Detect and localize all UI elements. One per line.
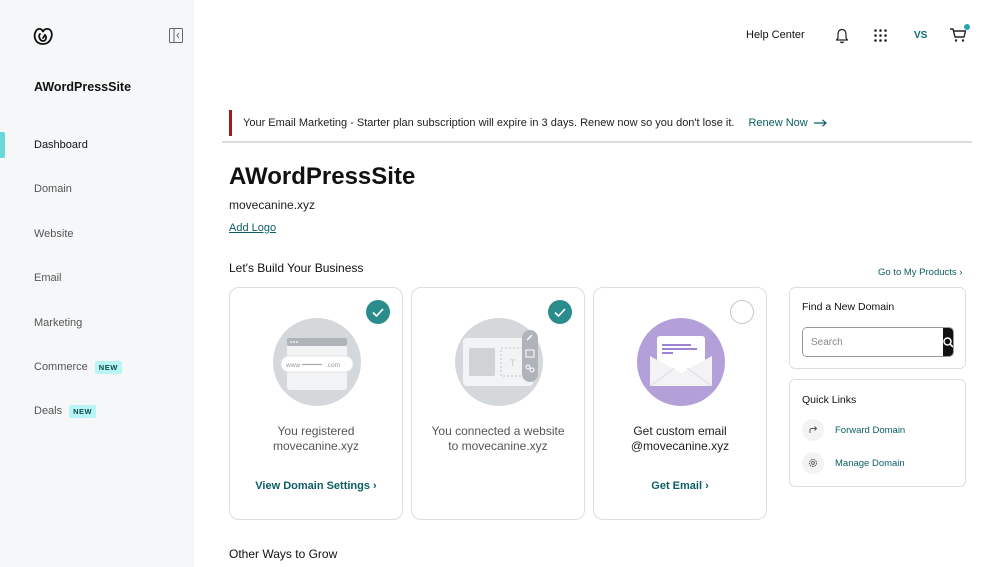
sidebar-item-label: Dashboard bbox=[34, 139, 88, 151]
sidebar-item-label: Deals bbox=[34, 405, 63, 417]
sidebar-item-commerce[interactable]: Commerce NEW bbox=[0, 354, 194, 380]
forward-icon bbox=[802, 419, 824, 441]
website-illustration: T bbox=[455, 318, 543, 406]
find-domain-panel: Find a New Domain bbox=[789, 287, 966, 369]
card-description: You connected a website to movecanine.xy… bbox=[431, 424, 565, 453]
quick-link-label: Forward Domain bbox=[835, 424, 906, 436]
forward-domain-link[interactable]: Forward Domain bbox=[802, 419, 905, 441]
sidebar-item-label: Commerce bbox=[34, 361, 88, 373]
incomplete-circle-icon bbox=[730, 300, 754, 324]
godaddy-logo-icon[interactable] bbox=[32, 26, 54, 46]
gear-icon bbox=[802, 452, 824, 474]
other-ways-heading: Other Ways to Grow bbox=[229, 547, 338, 561]
alert-text: Your Email Marketing - Starter plan subs… bbox=[243, 117, 735, 129]
sidebar-item-label: Marketing bbox=[34, 317, 83, 329]
quick-links-panel: Quick Links Forward Domain Manage Domain bbox=[789, 379, 966, 487]
custom-email-card[interactable]: Get custom email @movecanine.xyz Get Ema… bbox=[593, 287, 767, 520]
domain-registered-card[interactable]: www .com You registered movecanine.xyz V… bbox=[229, 287, 403, 520]
manage-domain-link[interactable]: Manage Domain bbox=[802, 452, 905, 474]
sidebar-item-label: Website bbox=[34, 228, 74, 240]
sidebar-item-domain[interactable]: Domain bbox=[0, 176, 194, 202]
new-badge: NEW bbox=[94, 360, 122, 374]
sidebar-item-dashboard[interactable]: Dashboard bbox=[0, 132, 194, 158]
cart-notification-dot bbox=[964, 24, 970, 30]
sidebar: AWordPressSite Dashboard Domain Website … bbox=[0, 0, 194, 567]
domain-search-box bbox=[802, 327, 954, 357]
svg-text:.com: .com bbox=[326, 362, 340, 369]
sidebar-item-email[interactable]: Email bbox=[0, 265, 194, 291]
website-connected-card[interactable]: T You connected a website to movecanine.… bbox=[411, 287, 585, 520]
help-center-link[interactable]: Help Center bbox=[746, 29, 805, 41]
card-description: Get custom email @movecanine.xyz bbox=[630, 424, 730, 453]
active-indicator bbox=[0, 132, 5, 158]
page-title: AWordPressSite bbox=[229, 163, 416, 190]
domain-search-input[interactable] bbox=[803, 328, 943, 356]
add-logo-link[interactable]: Add Logo bbox=[229, 222, 276, 234]
card-description: You registered movecanine.xyz bbox=[272, 424, 360, 453]
divider bbox=[222, 141, 972, 143]
completed-check-icon bbox=[366, 300, 390, 324]
user-avatar[interactable]: VS bbox=[914, 30, 927, 41]
email-illustration bbox=[637, 318, 725, 406]
svg-text:www: www bbox=[285, 362, 300, 369]
arrow-right-icon bbox=[813, 119, 827, 127]
find-domain-title: Find a New Domain bbox=[802, 301, 895, 313]
go-to-my-products-link[interactable]: Go to My Products › bbox=[878, 267, 962, 278]
bell-icon[interactable] bbox=[835, 28, 849, 44]
build-business-heading: Let's Build Your Business bbox=[229, 261, 364, 275]
renew-now-link[interactable]: Renew Now bbox=[748, 117, 827, 129]
collapse-sidebar-icon[interactable] bbox=[169, 28, 183, 43]
sidebar-item-label: Domain bbox=[34, 183, 72, 195]
sidebar-item-label: Email bbox=[34, 272, 62, 284]
apps-grid-icon[interactable] bbox=[874, 29, 887, 42]
domain-illustration: www .com bbox=[273, 318, 361, 406]
get-email-link[interactable]: Get Email › bbox=[594, 480, 766, 492]
sidebar-item-deals[interactable]: Deals NEW bbox=[0, 398, 194, 424]
site-domain: movecanine.xyz bbox=[229, 198, 316, 212]
new-badge: NEW bbox=[69, 404, 97, 418]
sidebar-item-website[interactable]: Website bbox=[0, 221, 194, 247]
alert-indicator bbox=[229, 110, 232, 136]
quick-links-title: Quick Links bbox=[802, 394, 857, 406]
subscription-alert: Your Email Marketing - Starter plan subs… bbox=[229, 110, 971, 136]
view-domain-settings-link[interactable]: View Domain Settings › bbox=[230, 480, 402, 492]
quick-link-label: Manage Domain bbox=[835, 457, 905, 469]
search-button[interactable] bbox=[943, 328, 953, 356]
svg-text:T: T bbox=[510, 358, 516, 368]
sidebar-site-name: AWordPressSite bbox=[34, 80, 132, 94]
search-icon bbox=[943, 336, 953, 348]
sidebar-item-marketing[interactable]: Marketing bbox=[0, 310, 194, 336]
renew-now-label: Renew Now bbox=[748, 117, 808, 129]
